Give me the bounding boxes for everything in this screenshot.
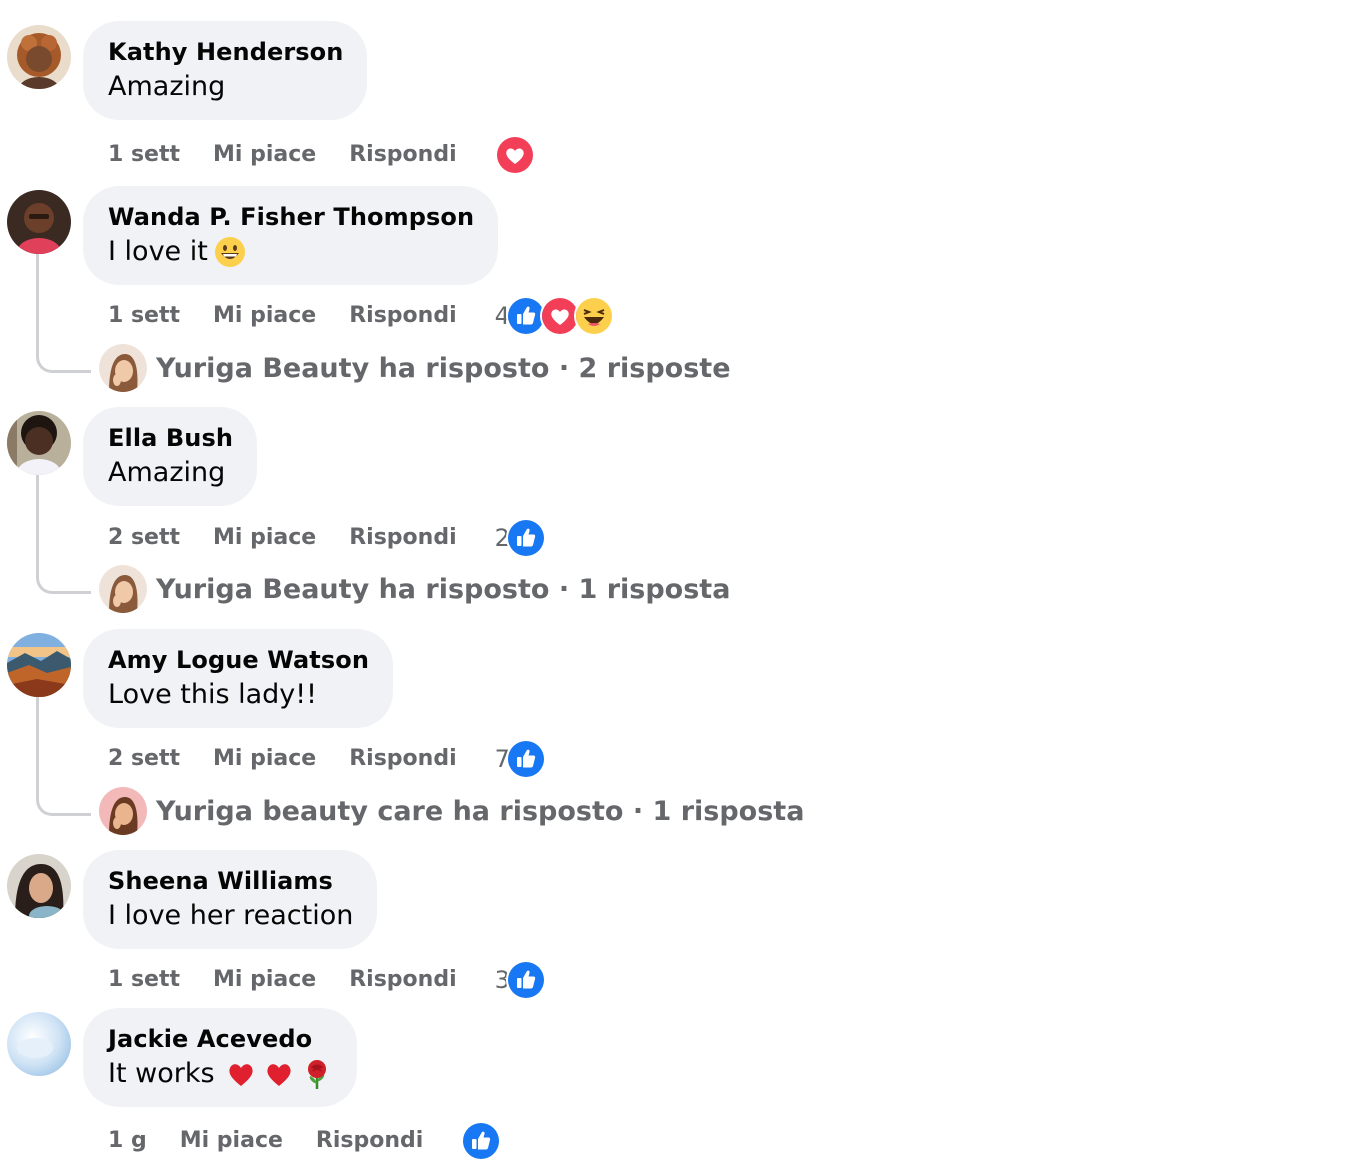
avatar <box>99 344 147 392</box>
comment-time[interactable]: 1 g <box>108 1126 147 1156</box>
comment-author[interactable]: Jackie Acevedo <box>108 1023 333 1055</box>
reaction-summary[interactable]: 7 <box>495 739 546 779</box>
comment-time[interactable]: 2 sett <box>108 744 180 774</box>
comment-text-body: Love this lady!! <box>108 679 317 710</box>
comment-text-body: It works <box>108 1058 215 1089</box>
rose-icon <box>301 1058 333 1090</box>
reaction-summary[interactable]: 3 <box>495 960 546 1000</box>
red-heart-icon <box>263 1058 295 1090</box>
comment-text: Amazing <box>108 454 233 492</box>
like-button[interactable]: Mi piace <box>180 1126 283 1156</box>
avatar[interactable] <box>7 25 71 89</box>
thread-line <box>36 696 91 816</box>
grinning-face-icon <box>214 236 246 268</box>
reply-button[interactable]: Rispondi <box>349 301 456 331</box>
comment-author[interactable]: Ella Bush <box>108 422 233 454</box>
comment-author[interactable]: Amy Logue Watson <box>108 644 369 676</box>
comment-bubble: Amy Logue Watson Love this lady!! <box>83 629 394 728</box>
like-button[interactable]: Mi piace <box>213 744 316 774</box>
reply-button[interactable]: Rispondi <box>349 744 456 774</box>
reaction-summary[interactable]: 4 <box>495 296 614 336</box>
comment-author[interactable]: Kathy Henderson <box>108 36 343 68</box>
comment-actions: 2 sett Mi piace Rispondi 7 <box>108 739 546 779</box>
like-button[interactable]: Mi piace <box>213 301 316 331</box>
comment-author[interactable]: Wanda P. Fisher Thompson <box>108 201 474 233</box>
comment-text: It works <box>108 1055 333 1093</box>
like-icon <box>505 518 546 558</box>
like-icon <box>461 1121 502 1161</box>
replies-link[interactable]: Yuriga Beauty ha risposto · 1 risposta <box>99 565 730 613</box>
replies-summary[interactable]: Yuriga beauty care ha risposto · 1 rispo… <box>156 796 804 827</box>
comment-bubble: Ella Bush Amazing <box>83 407 258 506</box>
comment-text-body: I love her reaction <box>108 900 354 931</box>
comment-actions: 1 g Mi piace Rispondi <box>108 1121 502 1161</box>
avatar <box>99 565 147 613</box>
like-button[interactable]: Mi piace <box>213 523 316 553</box>
thread-line <box>36 253 91 373</box>
comment-actions: 1 sett Mi piace Rispondi <box>108 135 535 175</box>
thread-line <box>36 474 91 594</box>
comment-text-body: Amazing <box>108 457 226 488</box>
comment-text: Amazing <box>108 68 343 106</box>
reply-button[interactable]: Rispondi <box>349 140 456 170</box>
comment-actions: 1 sett Mi piace Rispondi 3 <box>108 960 546 1000</box>
comment-text-body: Amazing <box>108 71 226 102</box>
like-icon <box>505 739 546 779</box>
comment-time[interactable]: 2 sett <box>108 523 180 553</box>
reply-button[interactable]: Rispondi <box>349 523 456 553</box>
comment-actions: 1 sett Mi piace Rispondi 4 <box>108 296 614 336</box>
replies-link[interactable]: Yuriga Beauty ha risposto · 2 risposte <box>99 344 731 392</box>
avatar[interactable] <box>7 854 71 918</box>
reaction-summary[interactable] <box>461 1121 502 1161</box>
comment-text: Love this lady!! <box>108 676 369 714</box>
reply-button[interactable]: Rispondi <box>316 1126 423 1156</box>
reaction-summary[interactable] <box>494 135 535 175</box>
comment-time[interactable]: 1 sett <box>108 301 180 331</box>
avatar[interactable] <box>7 190 71 254</box>
avatar[interactable] <box>7 633 71 697</box>
comment-bubble: Sheena Williams I love her reaction <box>83 850 378 949</box>
avatar[interactable] <box>7 1012 71 1076</box>
comment-text: I love her reaction <box>108 897 353 935</box>
like-button[interactable]: Mi piace <box>213 965 316 995</box>
like-icon <box>505 960 546 1000</box>
comment-text-body: I love it <box>108 236 208 267</box>
comment-text: I love it <box>108 233 474 271</box>
replies-summary[interactable]: Yuriga Beauty ha risposto · 2 risposte <box>156 353 731 384</box>
comment-time[interactable]: 1 sett <box>108 965 180 995</box>
love-icon <box>494 135 535 175</box>
haha-icon <box>573 296 614 336</box>
comment-bubble: Kathy Henderson Amazing <box>83 21 368 120</box>
comment-time[interactable]: 1 sett <box>108 140 180 170</box>
replies-summary[interactable]: Yuriga Beauty ha risposto · 1 risposta <box>156 574 730 605</box>
replies-link[interactable]: Yuriga beauty care ha risposto · 1 rispo… <box>99 787 804 835</box>
comment-actions: 2 sett Mi piace Rispondi 2 <box>108 518 546 558</box>
comment-bubble: Jackie Acevedo It works <box>83 1008 357 1107</box>
avatar[interactable] <box>7 411 71 475</box>
comment-bubble: Wanda P. Fisher Thompson I love it <box>83 186 499 285</box>
comment-author[interactable]: Sheena Williams <box>108 865 353 897</box>
like-button[interactable]: Mi piace <box>213 140 316 170</box>
reaction-summary[interactable]: 2 <box>495 518 546 558</box>
avatar <box>99 787 147 835</box>
reply-button[interactable]: Rispondi <box>349 965 456 995</box>
red-heart-icon <box>225 1058 257 1090</box>
